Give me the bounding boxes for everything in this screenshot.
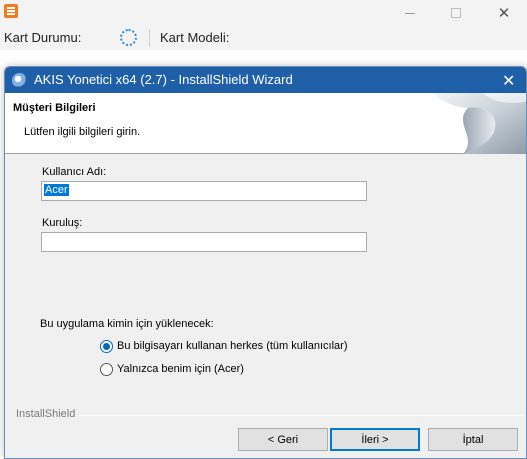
loading-spinner-icon [120, 29, 137, 46]
radio-all-users-label: Bu bilgisayarı kullanan herkes (tüm kull… [117, 340, 348, 352]
radio-unchecked-icon [100, 362, 113, 376]
maximize-button[interactable] [433, 0, 479, 26]
radio-all-users[interactable]: Bu bilgisayarı kullanan herkes (tüm kull… [100, 338, 348, 354]
radio-checked-icon [100, 339, 113, 353]
organization-input[interactable] [41, 232, 367, 252]
background-toolbar: Kart Durumu: Kart Modeli: [0, 26, 527, 50]
organization-label: Kuruluş: [42, 217, 83, 229]
wizard-titlebar: AKIS Yonetici x64 (2.7) - InstallShield … [5, 67, 526, 93]
installer-icon [12, 73, 27, 88]
install-for-question: Bu uygulama kimin için yüklenecek: [40, 318, 214, 330]
installshield-brand: InstallShield [16, 408, 76, 420]
app-logo-icon [4, 4, 18, 18]
step-title: Müşteri Bilgileri [13, 102, 96, 114]
username-value: Acer [44, 184, 69, 196]
card-model-label: Kart Modeli: [160, 30, 230, 45]
close-button[interactable]: ✕ [481, 0, 527, 26]
wizard-header: Müşteri Bilgileri Lütfen ilgili bilgiler… [5, 93, 526, 154]
radio-only-me-label: Yalnızca benim için (Acer) [117, 363, 244, 375]
cancel-button[interactable]: İptal [428, 428, 518, 451]
toolbar-divider [149, 29, 150, 47]
username-label: Kullanıcı Adı: [42, 166, 107, 178]
next-button[interactable]: İleri > [330, 428, 420, 451]
card-status-label: Kart Durumu: [4, 30, 82, 45]
radio-only-me[interactable]: Yalnızca benim için (Acer) [100, 361, 244, 377]
brand-divider [79, 415, 524, 416]
step-subtitle: Lütfen ilgili bilgileri girin. [24, 126, 141, 138]
page-curl-graphic-icon [433, 93, 526, 154]
back-button[interactable]: < Geri [238, 428, 328, 451]
maximize-icon [451, 8, 461, 18]
wizard-title: AKIS Yonetici x64 (2.7) - InstallShield … [34, 72, 293, 87]
username-input[interactable]: Acer [41, 181, 367, 201]
minimize-icon [405, 12, 415, 14]
installshield-wizard-dialog: AKIS Yonetici x64 (2.7) - InstallShield … [4, 66, 527, 459]
wizard-close-icon[interactable]: ✕ [502, 71, 515, 90]
background-titlebar: ✕ [0, 0, 527, 26]
close-icon: ✕ [497, 4, 511, 22]
minimize-button[interactable] [387, 0, 433, 26]
